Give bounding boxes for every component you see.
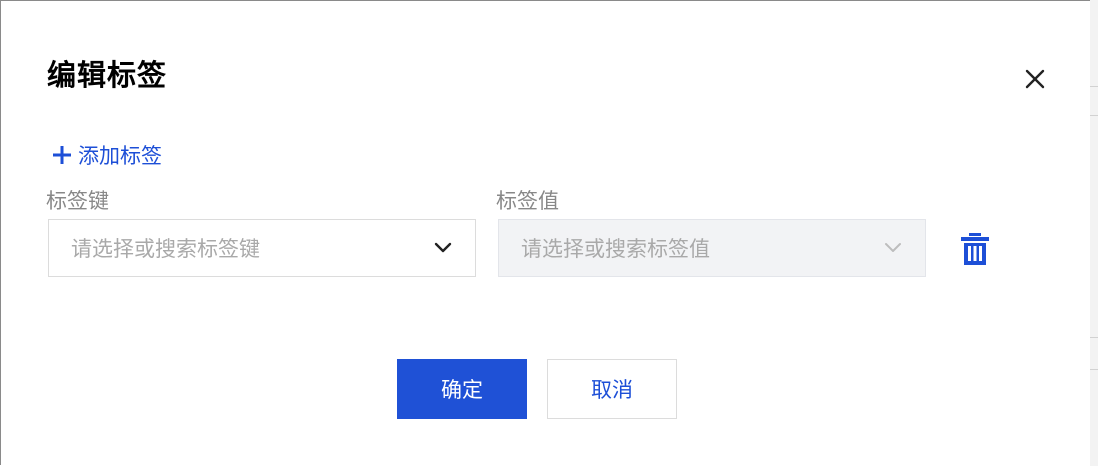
add-tag-label: 添加标签 <box>78 144 162 168</box>
cancel-button[interactable]: 取消 <box>547 359 677 419</box>
tag-key-placeholder: 请选择或搜索标签键 <box>71 237 260 261</box>
close-icon <box>1025 69 1045 89</box>
tag-key-label: 标签键 <box>46 189 109 213</box>
edit-tags-dialog: 编辑标签 添加标签 标签键 标签值 请选择或搜索标签键 请选择或搜索标签值 确定… <box>1 1 1090 466</box>
confirm-button[interactable]: 确定 <box>397 359 527 419</box>
close-button[interactable] <box>1021 65 1049 93</box>
tag-key-select[interactable]: 请选择或搜索标签键 <box>48 219 476 277</box>
backdrop-edge <box>1090 0 1098 466</box>
dialog-title: 编辑标签 <box>47 58 168 92</box>
tag-value-select: 请选择或搜索标签值 <box>498 219 926 277</box>
tag-value-label: 标签值 <box>496 189 559 213</box>
add-tag-link[interactable]: 添加标签 <box>51 140 162 170</box>
chevron-down-icon <box>434 242 452 253</box>
plus-icon <box>53 146 71 164</box>
chevron-down-icon <box>885 243 901 252</box>
backdrop-line <box>1090 115 1098 116</box>
backdrop-line <box>1090 369 1098 370</box>
backdrop-line <box>1090 337 1098 338</box>
trash-icon <box>961 233 989 265</box>
delete-tag-button[interactable] <box>959 232 991 266</box>
backdrop-line <box>1090 86 1098 87</box>
tag-value-placeholder: 请选择或搜索标签值 <box>521 237 710 261</box>
